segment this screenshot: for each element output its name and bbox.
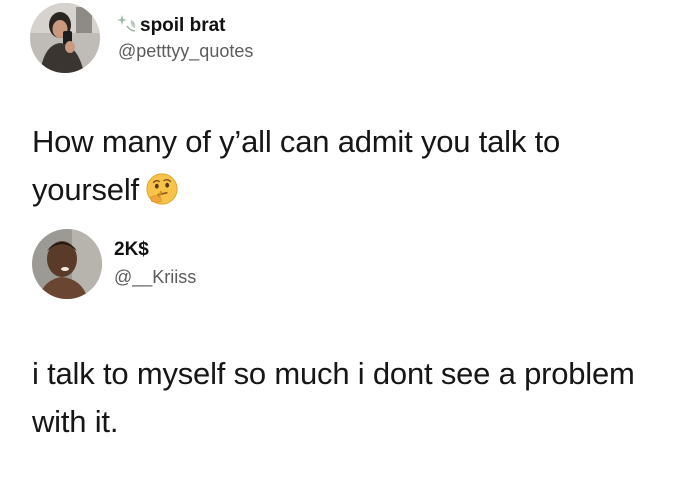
thinking-face-icon xyxy=(146,173,178,205)
tweet-text: i talk to myself so much i dont see a pr… xyxy=(32,356,635,439)
avatar[interactable] xyxy=(32,229,102,299)
tweet-text-content: How many of y’all can admit you talk to … xyxy=(32,124,561,207)
sparkle-badge-icon xyxy=(117,15,136,32)
display-name[interactable]: 2K$ xyxy=(114,239,149,261)
user-handle[interactable]: @petttyy_quotes xyxy=(118,40,253,62)
avatar[interactable] xyxy=(30,3,100,73)
tweet-text: How many of y’all can admit you talk to … xyxy=(32,118,672,214)
avatar-photo xyxy=(30,3,100,73)
display-name[interactable]: spoil brat xyxy=(140,15,226,37)
avatar-photo xyxy=(32,229,102,299)
user-handle[interactable]: @__Kriiss xyxy=(114,266,196,288)
